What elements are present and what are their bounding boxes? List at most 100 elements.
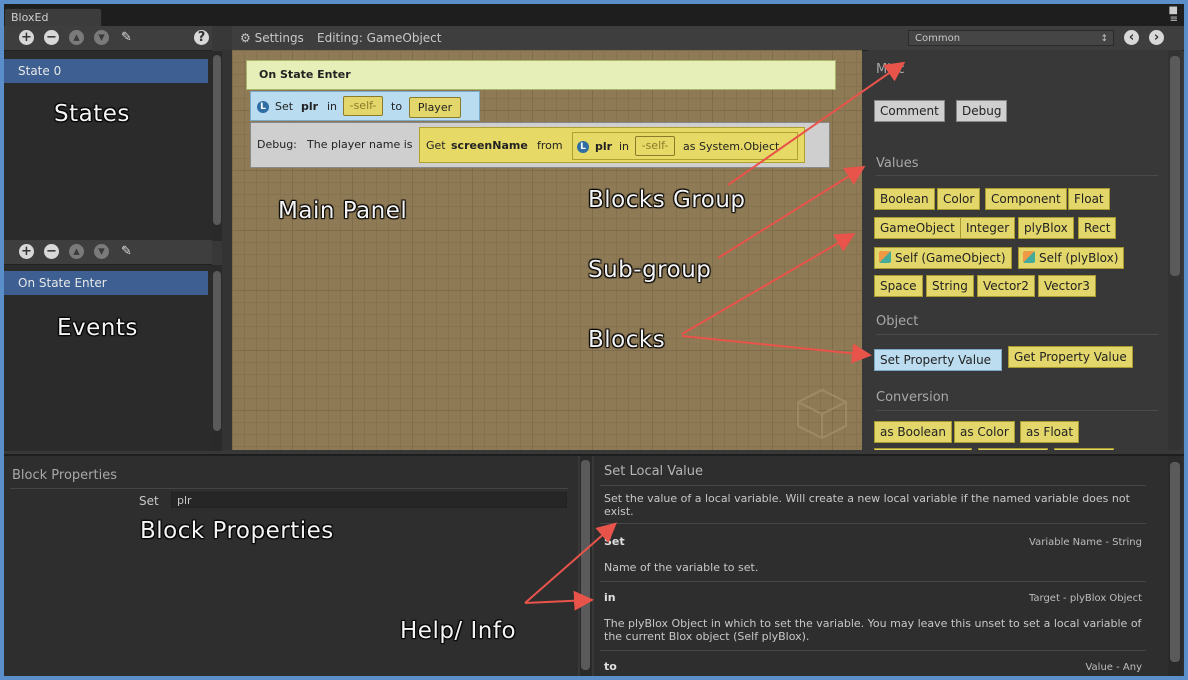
block-properties-annotation: Block Properties — [140, 518, 334, 544]
help-param-type: Target - plyBlox Object — [1028, 593, 1142, 604]
gameobject-icon — [879, 251, 891, 263]
get-local-block[interactable]: L plr in -self- as System.Object — [572, 132, 798, 160]
group-misc: Misc — [876, 62, 905, 77]
block-set-property-value[interactable]: Set Property Value — [874, 349, 1002, 371]
help-info-annotation: Help/ Info — [400, 618, 517, 644]
title-bar: BloxEd ■ ≡ — [4, 4, 1184, 26]
move-down-icon[interactable]: ▾ — [94, 30, 109, 45]
group-object: Object — [876, 314, 919, 329]
main-canvas[interactable]: On State Enter L Set plr in -self- to Pl… — [232, 50, 862, 450]
target-slot[interactable]: -self- — [343, 96, 383, 116]
window-menu-icon[interactable]: ■ ≡ — [1169, 6, 1178, 25]
block-as-float[interactable]: as Float — [1020, 421, 1080, 443]
group-values: Values — [876, 156, 919, 171]
help-scrollbar[interactable] — [1168, 456, 1182, 676]
block-boolean[interactable]: Boolean — [874, 188, 935, 210]
block-vector3[interactable]: Vector3 — [1038, 275, 1096, 297]
help-param-type: Variable Name - String — [1029, 537, 1142, 548]
states-annotation: States — [54, 101, 130, 127]
move-up-icon[interactable]: ▴ — [69, 30, 84, 45]
block-partial-3[interactable] — [1054, 448, 1114, 450]
block-string[interactable]: String — [926, 275, 974, 297]
help-icon[interactable]: ? — [194, 30, 209, 45]
settings-button[interactable]: ⚙ Settings — [240, 31, 304, 45]
block-color[interactable]: Color — [937, 188, 981, 210]
block-as-color[interactable]: as Color — [954, 421, 1015, 443]
target-slot-2[interactable]: -self- — [635, 136, 675, 156]
state-item[interactable]: State 0 — [4, 59, 208, 83]
group-conversion: Conversion — [876, 390, 949, 405]
help-title: Set Local Value — [604, 464, 704, 479]
local-icon-2: L — [577, 139, 589, 153]
events-annotation: Events — [57, 315, 138, 341]
gear-icon: ⚙ — [240, 31, 251, 45]
help-param-type: Value - Any — [1085, 662, 1142, 673]
watermark-cube-icon — [797, 388, 847, 440]
local-icon: L — [257, 99, 269, 113]
next-icon[interactable]: › — [1149, 30, 1164, 45]
block-debug[interactable]: Debug — [956, 100, 1008, 122]
states-panel: State 0 States — [4, 51, 222, 241]
block-self-plyblox[interactable]: Self (plyBlox) — [1018, 247, 1125, 269]
blocks-annotation: Blocks — [588, 327, 666, 353]
block-properties-title: Block Properties — [12, 468, 117, 483]
block-comment[interactable]: Comment — [874, 100, 945, 122]
event-item[interactable]: On State Enter — [4, 271, 208, 295]
block-as-boolean[interactable]: as Boolean — [874, 421, 953, 443]
dropdown-arrow-icon: ↕ — [1100, 34, 1108, 44]
block-component[interactable]: Component — [985, 188, 1067, 210]
blocks-panel: Misc Comment Debug Values Boolean Color … — [868, 50, 1168, 450]
block-float[interactable]: Float — [1068, 188, 1110, 210]
help-param-name: in — [604, 591, 616, 604]
remove-state-icon[interactable]: − — [44, 30, 59, 45]
block-rect[interactable]: Rect — [1078, 217, 1117, 239]
set-local-value-block[interactable]: L Set plr in -self- to Player — [250, 91, 480, 121]
window-tab[interactable]: BloxEd — [4, 8, 102, 26]
help-param-desc: The plyBlox Object in which to set the v… — [604, 617, 1142, 643]
blocks-group-annotation: Blocks Group — [588, 187, 746, 213]
canvas-left-gutter — [222, 50, 232, 450]
block-properties-panel: Block Properties Set plr Block Propertie… — [4, 456, 578, 676]
group-dropdown[interactable]: Common ↕ — [908, 30, 1114, 46]
editor-toolbar: ⚙ Settings Editing: GameObject Common ↕ … — [232, 26, 1184, 51]
block-plyblox[interactable]: plyBlox — [1018, 217, 1074, 239]
help-description: Set the value of a local variable. Will … — [604, 492, 1130, 518]
help-param-desc: Name of the variable to set. — [604, 561, 759, 574]
blocks-scrollbar[interactable] — [1168, 50, 1182, 450]
event-up-icon[interactable]: ▴ — [69, 244, 84, 259]
block-get-property-value[interactable]: Get Property Value — [1008, 346, 1133, 368]
get-property-block[interactable]: Get screenName from L plr in -self- as S… — [419, 127, 805, 163]
value-slot[interactable]: Player — [409, 97, 461, 118]
block-self-gameobject[interactable]: Self (GameObject) — [874, 247, 1012, 269]
remove-event-icon[interactable]: − — [44, 244, 59, 259]
states-scrollbar[interactable] — [212, 51, 222, 241]
main-panel-annotation: Main Panel — [278, 198, 408, 224]
editing-label: Editing: GameObject — [317, 31, 442, 45]
plyblox-icon — [1023, 251, 1035, 263]
help-param-name: Set — [604, 535, 625, 548]
debug-block[interactable]: Debug: The player name is Get screenName… — [250, 122, 830, 168]
events-toolbar: + − ▴ ▾ ✎ — [4, 240, 212, 265]
add-event-icon[interactable]: + — [19, 244, 34, 259]
event-down-icon[interactable]: ▾ — [94, 244, 109, 259]
event-header-block[interactable]: On State Enter — [246, 60, 836, 90]
properties-scrollbar[interactable] — [580, 456, 592, 676]
sub-group-annotation: Sub-group — [588, 257, 712, 283]
events-panel: On State Enter Events — [4, 265, 222, 451]
add-state-icon[interactable]: + — [19, 30, 34, 45]
block-partial-1[interactable] — [874, 448, 972, 450]
prev-icon[interactable]: ‹ — [1124, 30, 1139, 45]
block-partial-2[interactable] — [978, 448, 1048, 450]
event-edit-icon[interactable]: ✎ — [119, 244, 134, 259]
help-param-name: to — [604, 660, 617, 673]
block-gameobject[interactable]: GameObject — [874, 217, 961, 239]
edit-icon[interactable]: ✎ — [119, 30, 134, 45]
states-toolbar: + − ▴ ▾ ✎ ? — [4, 26, 212, 51]
block-space[interactable]: Space — [874, 275, 923, 297]
events-scrollbar[interactable] — [212, 265, 222, 451]
set-field-input[interactable]: plr — [171, 492, 567, 508]
block-integer[interactable]: Integer — [960, 217, 1016, 239]
editor-window: BloxEd ■ ≡ + − ▴ ▾ ✎ ? ⚙ Settings Editing… — [4, 4, 1184, 676]
block-vector2[interactable]: Vector2 — [977, 275, 1035, 297]
field-label: Set — [139, 494, 159, 508]
